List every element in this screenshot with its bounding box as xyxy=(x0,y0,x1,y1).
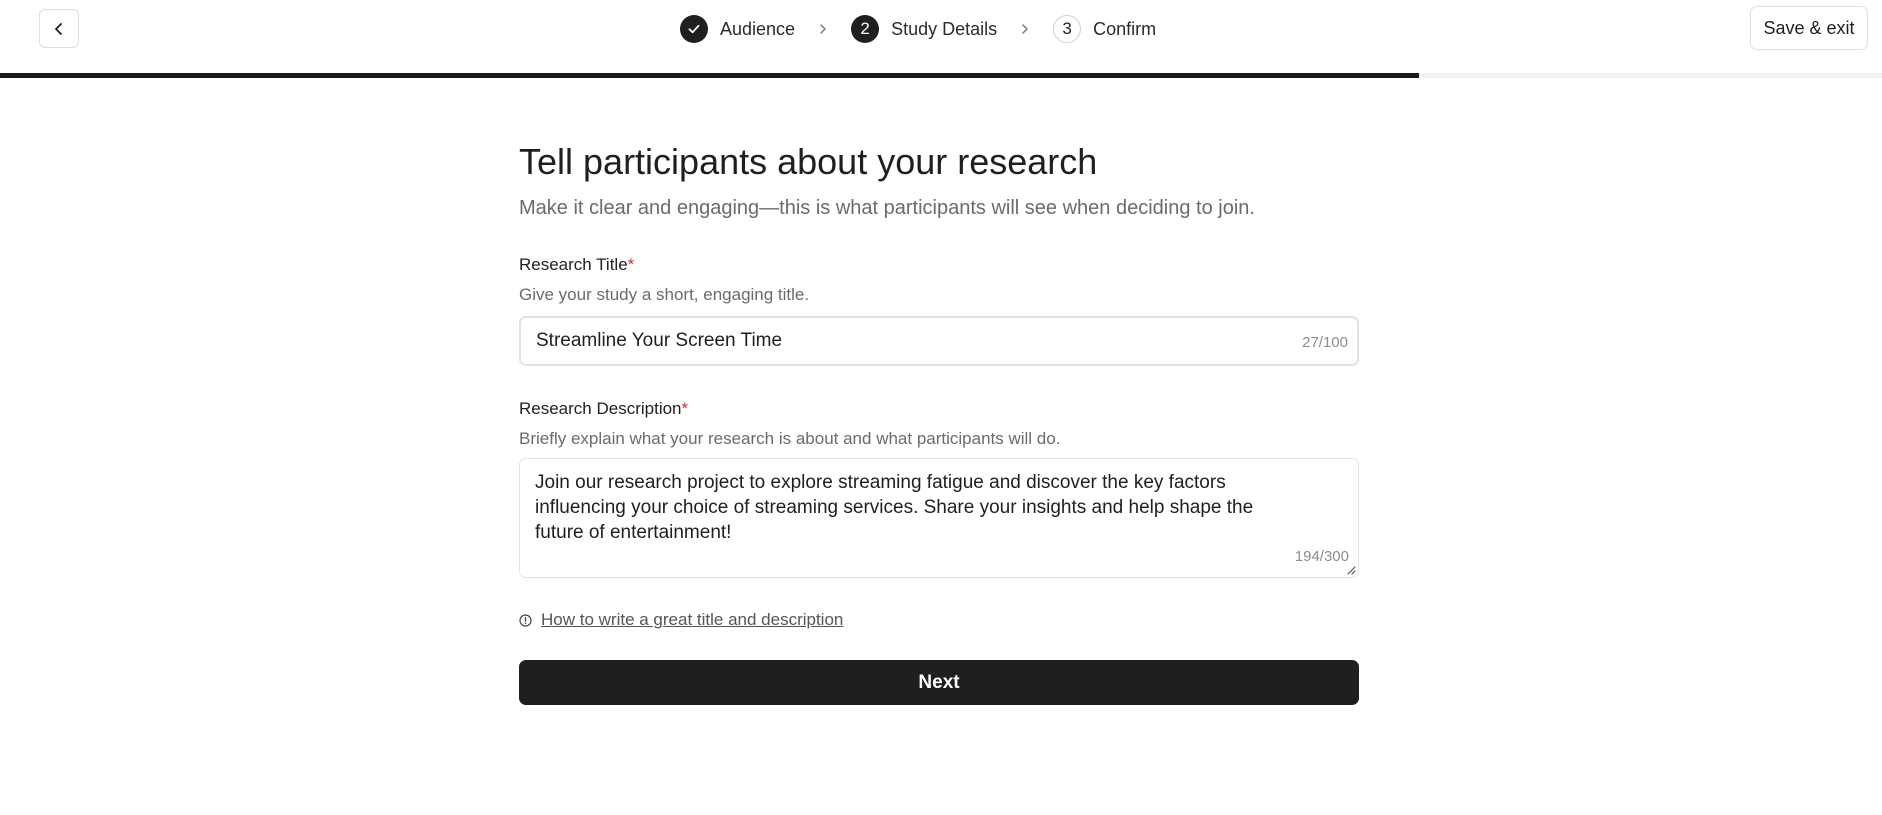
chevron-right-icon xyxy=(1020,23,1030,35)
progress-bar-fill xyxy=(0,73,1420,78)
page-title: Tell participants about your research xyxy=(519,141,1098,182)
help-writing-link[interactable]: How to write a great title and descripti… xyxy=(541,610,843,630)
research-description-hint: Briefly explain what your research is ab… xyxy=(519,429,1061,448)
step-audience[interactable]: Audience xyxy=(680,15,795,43)
next-button[interactable]: Next xyxy=(519,660,1359,705)
research-title-counter: 27/100 xyxy=(1302,334,1348,351)
help-link-row: How to write a great title and descripti… xyxy=(519,610,1359,630)
info-circle-icon xyxy=(519,613,532,627)
research-title-input[interactable] xyxy=(521,318,1357,364)
progress-bar xyxy=(0,73,1882,78)
step-confirm-label: Confirm xyxy=(1093,18,1157,39)
step-study-details-indicator: 2 xyxy=(851,15,880,43)
step-audience-label: Audience xyxy=(720,18,796,39)
progress-stepper: Audience 2 Study Details 3 Confirm xyxy=(680,14,1156,44)
research-description-field: Research Description* Briefly explain wh… xyxy=(519,398,1359,578)
save-exit-button[interactable]: Save & exit xyxy=(1750,6,1868,50)
research-title-field: Research Title* Give your study a short,… xyxy=(519,254,1359,366)
resize-handle-icon[interactable] xyxy=(1346,565,1356,575)
required-mark: * xyxy=(681,399,689,418)
research-title-hint: Give your study a short, engaging title. xyxy=(519,285,810,304)
research-description-textarea-wrap: Join our research project to explore str… xyxy=(519,458,1359,578)
research-description-counter: 194/300 xyxy=(1294,548,1349,565)
research-description-textarea[interactable]: Join our research project to explore str… xyxy=(520,459,1358,577)
step-audience-indicator xyxy=(680,15,708,43)
step-study-details-label: Study Details xyxy=(891,18,998,39)
step-study-details[interactable]: 2 Study Details xyxy=(851,15,997,43)
page-subtitle: Make it clear and engaging—this is what … xyxy=(519,197,1255,219)
top-header: Audience 2 Study Details 3 Confirm Save … xyxy=(0,0,1882,78)
back-button[interactable] xyxy=(39,9,79,48)
study-details-form: Tell participants about your research Ma… xyxy=(519,138,1359,705)
required-mark: * xyxy=(627,255,635,274)
check-icon xyxy=(688,24,700,34)
chevron-right-icon xyxy=(818,23,828,35)
step-confirm[interactable]: 3 Confirm xyxy=(1053,15,1156,43)
research-title-label: Research Title* xyxy=(519,255,635,274)
research-title-input-wrap: 27/100 xyxy=(519,316,1359,366)
research-description-label: Research Description* xyxy=(519,399,689,418)
step-confirm-indicator: 3 xyxy=(1053,15,1082,43)
chevron-left-icon xyxy=(55,22,62,35)
